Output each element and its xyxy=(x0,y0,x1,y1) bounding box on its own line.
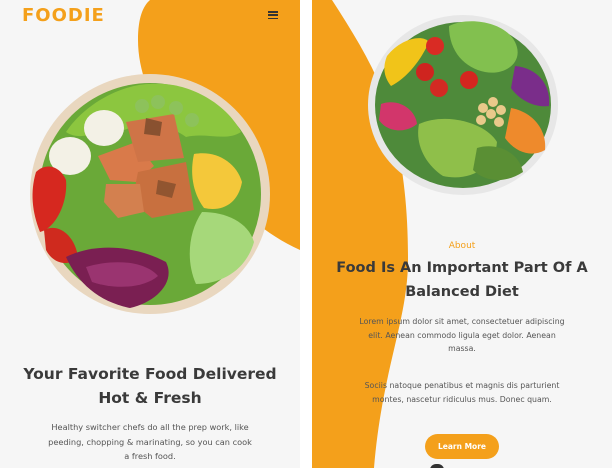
section-label-about: About xyxy=(448,241,476,251)
about-paragraph-1: Lorem ipsum dolor sit amet, consectetuer… xyxy=(359,317,565,353)
about-screen: About Food Is An Important Part Of A Bal… xyxy=(312,0,612,468)
home-screen: FOODIE Your Favorite Food Delivered Hot … xyxy=(0,0,300,468)
about-paragraph-2: Sociis natoque penatibus et magnis dis p… xyxy=(364,381,560,404)
hero-title-line-2: Hot & Fresh xyxy=(98,389,202,407)
scroll-indicator[interactable] xyxy=(430,464,444,468)
learn-more-button[interactable]: Learn More xyxy=(425,434,499,459)
vegetable-salad-bowl-image xyxy=(368,15,558,195)
about-title-line-1: Food Is An Important Part Of A xyxy=(336,260,588,276)
hero-title: Your Favorite Food Delivered Hot & Fresh xyxy=(0,362,300,410)
hero-description: Healthy switcher chefs do all the prep w… xyxy=(48,422,252,461)
about-title-line-2: Balanced Diet xyxy=(405,284,519,300)
salmon-salad-bowl-image xyxy=(30,74,270,314)
hero-title-line-1: Your Favorite Food Delivered xyxy=(23,365,277,383)
brand-logo[interactable]: FOODIE xyxy=(22,5,105,26)
about-title: Food Is An Important Part Of A Balanced … xyxy=(332,256,592,304)
hamburger-menu-icon[interactable] xyxy=(268,11,278,19)
